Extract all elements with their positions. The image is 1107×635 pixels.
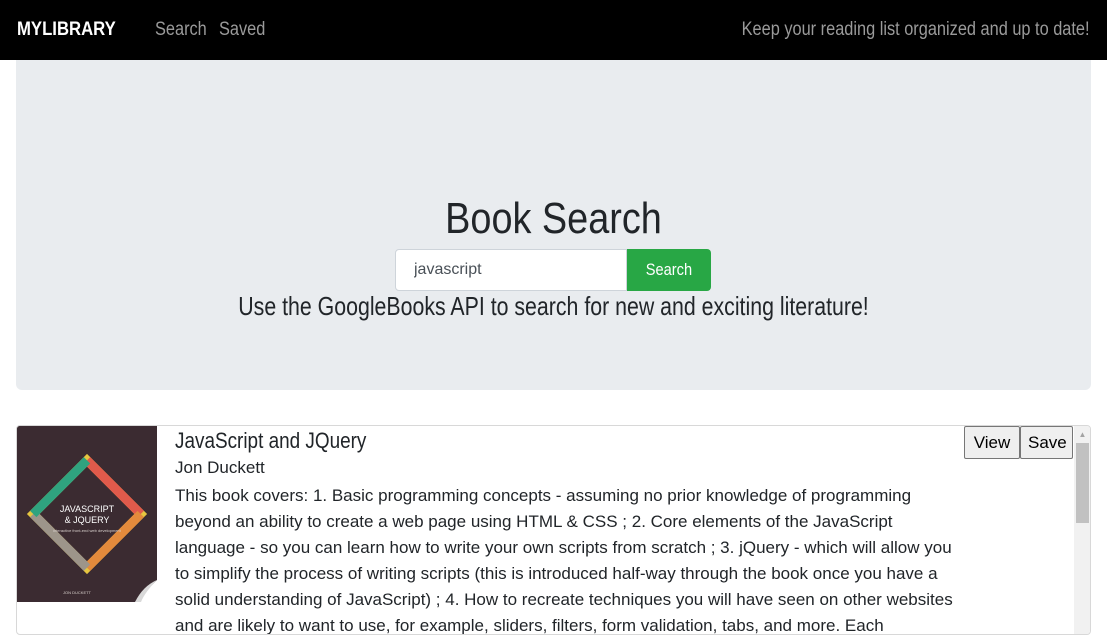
book-author: Jon Duckett (175, 458, 265, 477)
search-form: Search (395, 249, 711, 291)
search-button-label: Search (645, 260, 693, 279)
nav-link-search[interactable]: Search (155, 19, 207, 41)
book-title: JavaScript and JQuery (175, 428, 367, 453)
navbar: MYLIBRARY Search Saved Keep your reading… (0, 0, 1107, 60)
scroll-up-arrow-icon[interactable]: ▲ (1074, 426, 1090, 443)
cover-tagline: interactive front-end web development (53, 528, 122, 533)
search-input[interactable] (395, 249, 627, 291)
view-button[interactable]: View (964, 426, 1020, 459)
book-actions: View Save (964, 426, 1073, 459)
save-button[interactable]: Save (1020, 426, 1073, 459)
search-jumbotron: Book Search Search Use the GoogleBooks A… (16, 60, 1091, 390)
book-description: This book covers: 1. Basic programming c… (175, 486, 953, 635)
navbar-tagline: Keep your reading list organized and up … (742, 19, 1090, 40)
book-cover-image: JAVASCRIPT & JQUERY interactive front-en… (17, 426, 157, 602)
page-subtitle: Use the GoogleBooks API to search for ne… (238, 291, 869, 321)
search-button[interactable]: Search (627, 249, 711, 291)
scroll-thumb[interactable] (1076, 443, 1089, 523)
cover-title-line1: JAVASCRIPT (60, 504, 115, 514)
book-cover-art: JAVASCRIPT & JQUERY interactive front-en… (17, 426, 157, 602)
nav-link-saved[interactable]: Saved (219, 19, 265, 41)
results-scrollbar[interactable]: ▲ (1074, 426, 1090, 634)
cover-author: JON DUCKETT (63, 590, 92, 595)
search-results: JAVASCRIPT & JQUERY interactive front-en… (16, 425, 1091, 635)
page-title: Book Search (445, 194, 662, 243)
brand-logo[interactable]: MYLIBRARY (17, 19, 116, 41)
cover-title-line2: & JQUERY (65, 515, 110, 525)
